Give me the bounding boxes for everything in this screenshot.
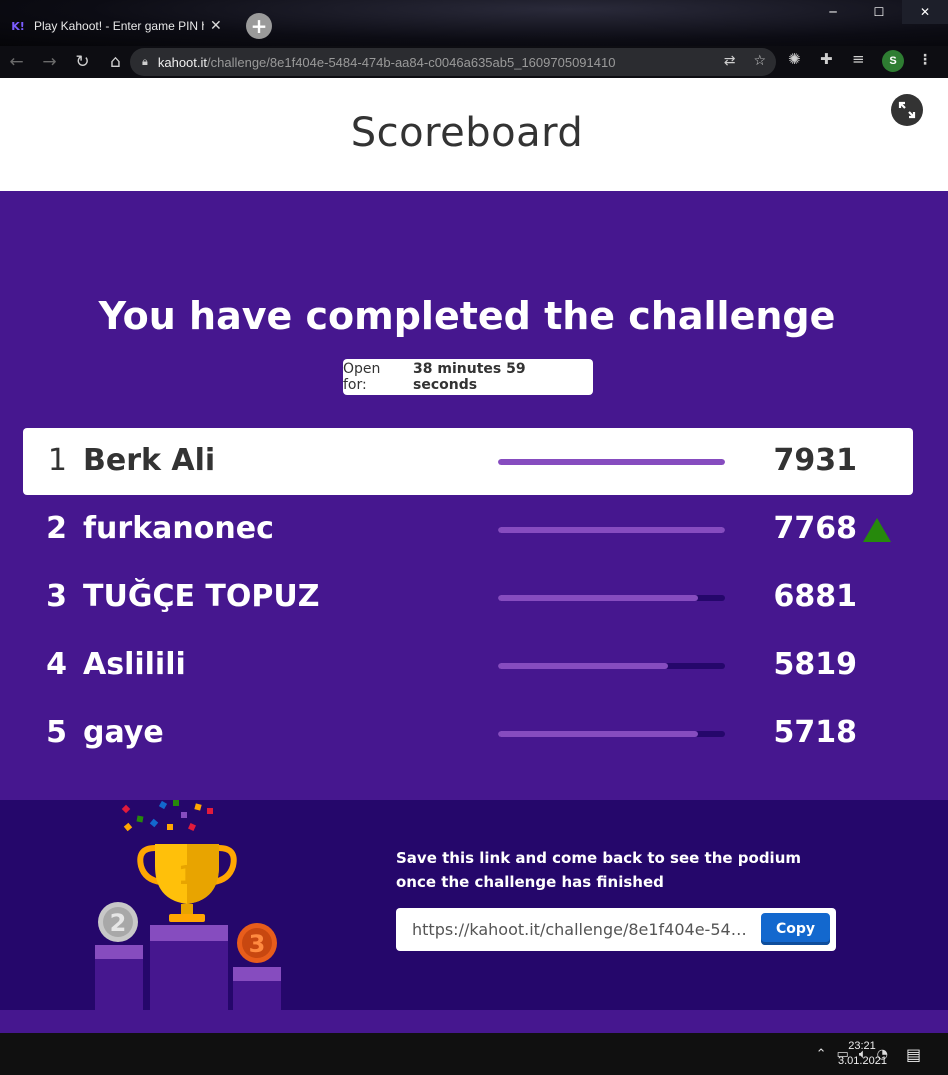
open-for-label: Open for: — [343, 361, 381, 393]
omnibox-actions: ⇄ ☆ — [724, 53, 766, 69]
leaderboard-row: 4 Aslilili 5819 — [23, 632, 913, 699]
player-rank: 2 — [46, 511, 67, 546]
lock-icon: 🔒︎ — [142, 55, 148, 68]
score-bar-track — [498, 595, 725, 601]
clock-date: 3.01.2021 — [838, 1055, 887, 1067]
kahoot-favicon-icon: K! — [11, 19, 25, 33]
fullscreen-icon — [898, 101, 916, 119]
window-controls: ─ ☐ ✕ — [810, 0, 948, 24]
score-bar-fill — [498, 595, 698, 601]
player-name: Aslilili — [83, 647, 186, 682]
fullscreen-button[interactable] — [891, 94, 923, 126]
clock-time: 23:21 — [848, 1040, 876, 1052]
score-bar-fill — [498, 663, 669, 669]
score-bar-track — [498, 459, 725, 465]
trophy-podium-illustration: 1 2 3 — [95, 800, 281, 1010]
score-bar-fill — [498, 731, 698, 737]
kahoot-page: Scoreboard You have completed the challe… — [0, 78, 948, 1033]
browser-tab[interactable]: K! Play Kahoot! - Enter game PIN he ✕ — [0, 6, 240, 46]
player-name: Berk Ali — [83, 443, 216, 478]
podium-third-label: 3 — [249, 930, 266, 958]
challenge-link-field[interactable]: https://kahoot.it/challenge/8e1f404e-548… — [412, 920, 752, 939]
back-icon[interactable]: ← — [0, 52, 33, 72]
url-host: kahoot.it — [157, 54, 208, 70]
completed-heading: You have completed the challenge — [98, 294, 836, 338]
podium-second-label: 2 — [110, 909, 127, 937]
rank-up-arrow-icon — [863, 518, 891, 542]
minimize-icon[interactable]: ─ — [810, 0, 856, 24]
media-control-icon[interactable]: ≡ — [852, 50, 865, 68]
tray-chevron-icon[interactable]: ⌃ — [816, 1047, 827, 1062]
score-bar-track — [498, 663, 725, 669]
player-score: 5819 — [773, 647, 858, 682]
browser-toolbar: ← → ↻ ⌂ 🔒︎ kahoot.it/challenge/8e1f404e-… — [0, 46, 948, 78]
player-name: TUĞÇE TOPUZ — [83, 579, 320, 614]
page-title: Scoreboard — [350, 110, 584, 156]
player-rank: 3 — [46, 579, 67, 614]
forward-icon[interactable]: → — [33, 52, 66, 72]
save-link-message: Save this link and come back to see the … — [396, 849, 801, 891]
profile-avatar[interactable]: S — [882, 50, 904, 72]
leaderboard-row: 3 TUĞÇE TOPUZ 6881 — [23, 564, 913, 631]
leaderboard-row: 1 Berk Ali 7931 — [23, 428, 913, 495]
home-icon[interactable]: ⌂ — [99, 52, 132, 72]
leaderboard-row: 2 furkanonec 7768 — [23, 496, 913, 563]
player-score: 7931 — [773, 443, 858, 478]
player-rank: 4 — [46, 647, 67, 682]
notification-center-icon[interactable]: ▤ — [906, 1045, 921, 1064]
reload-icon[interactable]: ↻ — [66, 52, 99, 72]
open-for-badge: Open for: 38 minutes 59 seconds — [343, 359, 593, 395]
footer-section: 1 2 3 Save this link and come back to se… — [0, 800, 948, 1010]
taskbar-clock[interactable]: 23:21 3.01.2021 — [838, 1039, 887, 1069]
score-bar-fill — [498, 459, 725, 465]
player-name: furkanonec — [83, 511, 274, 546]
score-bar-fill — [498, 527, 725, 533]
player-name: gaye — [83, 715, 164, 750]
podium-first-label: 1 — [178, 861, 196, 891]
maximize-icon[interactable]: ☐ — [856, 0, 902, 24]
tab-title: Play Kahoot! - Enter game PIN he — [34, 19, 204, 33]
player-rank: 5 — [46, 715, 67, 750]
player-score: 5718 — [773, 715, 858, 750]
tab-close-icon[interactable]: ✕ — [210, 18, 222, 34]
browser-menu-icon[interactable]: ⋮ — [918, 52, 932, 68]
player-rank: 1 — [47, 443, 67, 478]
player-score: 6881 — [773, 579, 858, 614]
open-for-value: 38 minutes 59 seconds — [413, 361, 526, 393]
player-score: 7768 — [773, 511, 858, 546]
score-bar-track — [498, 731, 725, 737]
leaderboard-row: 5 gaye 5718 — [23, 700, 913, 767]
window-close-icon[interactable]: ✕ — [902, 0, 948, 24]
copy-button[interactable]: Copy — [761, 913, 830, 945]
url-path: /challenge/8e1f404e-5484-474b-aa84-c0046… — [207, 54, 616, 70]
extension-globe-icon[interactable]: ✺ — [788, 50, 801, 68]
page-header: Scoreboard — [0, 78, 948, 191]
address-bar[interactable]: 🔒︎ kahoot.it/challenge/8e1f404e-5484-474… — [130, 48, 776, 76]
url-text: kahoot.it/challenge/8e1f404e-5484-474b-a… — [158, 55, 616, 70]
bookmark-star-icon[interactable]: ☆ — [753, 53, 766, 69]
windows-taskbar: ⌃ ▭ 🔈︎ ◔ 23:21 3.01.2021 ▤ — [0, 1033, 948, 1075]
translate-icon[interactable]: ⇄ — [724, 53, 736, 69]
score-bar-track — [498, 527, 725, 533]
browser-tab-strip: K! Play Kahoot! - Enter game PIN he ✕ + … — [0, 0, 948, 46]
extensions-puzzle-icon[interactable]: ✚ — [820, 50, 833, 68]
new-tab-button[interactable]: + — [246, 13, 272, 39]
challenge-link-box: https://kahoot.it/challenge/8e1f404e-548… — [396, 908, 836, 951]
